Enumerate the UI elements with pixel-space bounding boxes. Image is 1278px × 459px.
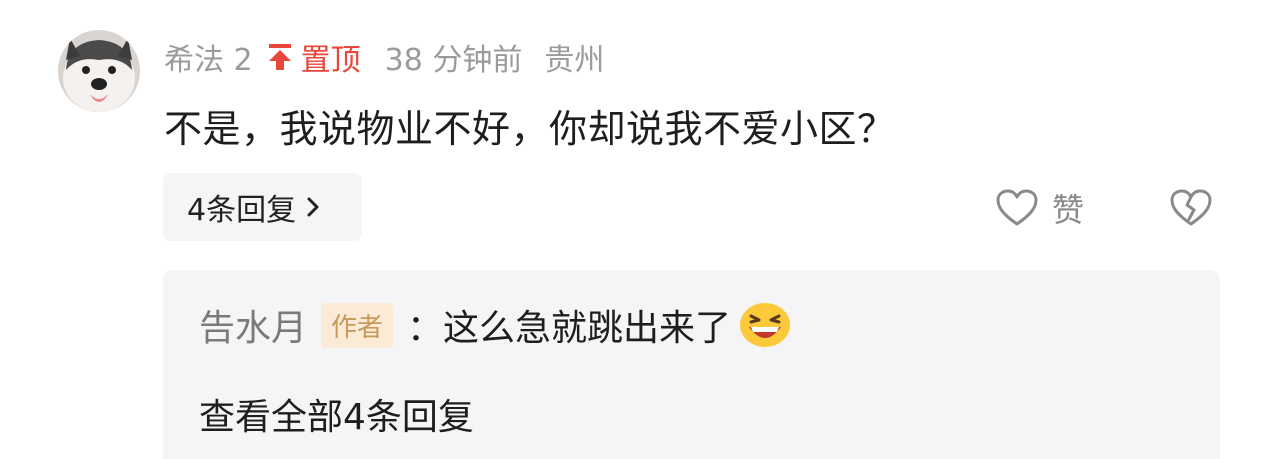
avatar[interactable] [58, 30, 140, 112]
chevron-right-icon [304, 194, 322, 220]
comment-time: 38 分钟前 [384, 43, 523, 78]
comment-location: 贵州 [544, 43, 605, 78]
view-all-replies-link[interactable]: 查看全部4条回复 [199, 388, 474, 440]
dislike-button[interactable] [1168, 186, 1214, 230]
pin-top-icon [267, 41, 293, 73]
like-button[interactable]: 赞 [996, 184, 1084, 232]
view-replies-button[interactable]: 4条回复 [163, 173, 362, 241]
replies-count-label: 4条回复 [187, 193, 297, 228]
broken-heart-icon [1170, 189, 1212, 226]
comment-meta: 希法 2 置顶 38 分钟前 贵州 [164, 36, 604, 78]
husky-avatar-icon [58, 30, 140, 112]
laughing-emoji-icon [739, 301, 791, 349]
username[interactable]: 希法 2 [164, 35, 253, 79]
heart-outline-icon [996, 189, 1038, 227]
reply-author[interactable]: 告水月 [199, 299, 307, 351]
reply-text: ：这么急就跳出来了 [407, 308, 732, 349]
author-badge: 作者 [321, 302, 394, 348]
reply-preview-line: 告水月 作者 ：这么急就跳出来了 [199, 300, 791, 350]
pinned-label: 置顶 [300, 43, 361, 78]
comment-text: 不是，我说物业不好，你却说我不爱小区？ [164, 107, 896, 151]
like-label: 赞 [1052, 191, 1085, 229]
reply-preview-panel[interactable]: 告水月 作者 ：这么急就跳出来了 查看全部4条回复 [163, 270, 1220, 459]
